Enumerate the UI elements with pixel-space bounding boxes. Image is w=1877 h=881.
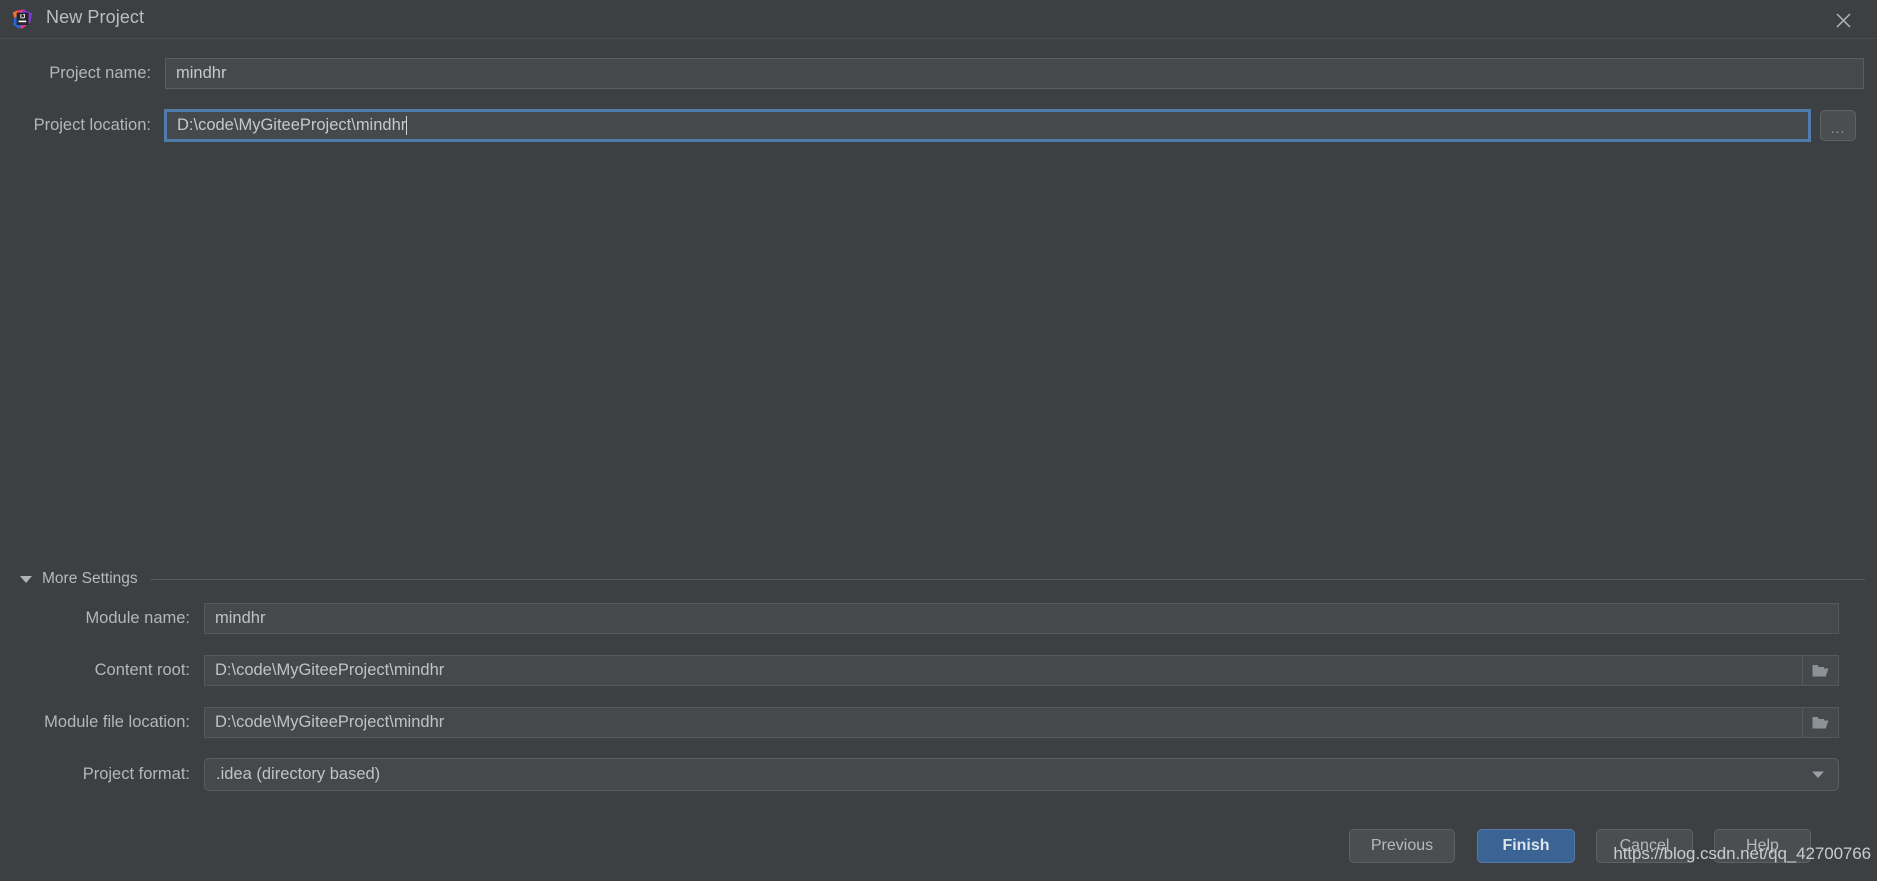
more-settings-toggle[interactable]: More Settings	[20, 568, 1865, 590]
project-location-label: Project location:	[33, 116, 151, 135]
previous-button[interactable]: Previous	[1349, 829, 1455, 863]
text-caret	[406, 116, 408, 135]
project-name-input[interactable]: mindhr	[165, 58, 1864, 89]
project-format-label: Project format:	[82, 765, 190, 784]
module-name-label: Module name:	[85, 609, 190, 628]
project-name-row: Project name: mindhr	[0, 58, 1877, 89]
title-bar: IJ New Project	[0, 0, 1877, 39]
cancel-button[interactable]: Cancel	[1596, 829, 1693, 863]
module-file-location-label: Module file location:	[44, 713, 190, 732]
ellipsis-icon: ...	[1830, 120, 1846, 136]
content-root-input[interactable]: D:\code\MyGiteeProject\mindhr	[204, 655, 1803, 686]
browse-module-file-location-button[interactable]	[1803, 707, 1839, 738]
content-root-label: Content root:	[94, 661, 190, 680]
folder-icon	[1812, 716, 1829, 728]
content-root-row: Content root: D:\code\MyGiteeProject\min…	[0, 655, 1877, 686]
section-divider	[149, 578, 1865, 580]
project-location-value: D:\code\MyGiteeProject\mindhr	[177, 116, 407, 134]
chevron-down-icon	[1798, 770, 1838, 779]
help-button[interactable]: Help	[1714, 829, 1811, 863]
project-format-dropdown[interactable]: .idea (directory based)	[204, 758, 1839, 791]
browse-project-location-button[interactable]: ...	[1820, 110, 1856, 141]
module-file-location-input[interactable]: D:\code\MyGiteeProject\mindhr	[204, 707, 1803, 738]
module-file-location-row: Module file location: D:\code\MyGiteePro…	[0, 707, 1877, 738]
svg-text:IJ: IJ	[20, 14, 26, 21]
new-project-dialog: IJ New Project Project name: mindhr Proj…	[0, 0, 1877, 881]
window-title: New Project	[46, 7, 145, 27]
module-name-input[interactable]: mindhr	[204, 603, 1839, 634]
project-format-row: Project format: .idea (directory based)	[0, 758, 1877, 791]
folder-icon	[1812, 664, 1829, 676]
project-format-value: .idea (directory based)	[216, 765, 381, 783]
chevron-down-icon	[20, 576, 32, 583]
project-name-label: Project name:	[49, 64, 151, 83]
project-location-input[interactable]: D:\code\MyGiteeProject\mindhr	[165, 110, 1810, 141]
more-settings-label: More Settings	[42, 570, 138, 587]
finish-button[interactable]: Finish	[1477, 829, 1575, 863]
close-icon[interactable]	[1831, 8, 1855, 32]
intellij-idea-logo-icon: IJ	[12, 9, 33, 30]
project-location-row: Project location: D:\code\MyGiteeProject…	[0, 110, 1877, 141]
module-name-row: Module name: mindhr	[0, 603, 1877, 634]
browse-content-root-button[interactable]	[1803, 655, 1839, 686]
